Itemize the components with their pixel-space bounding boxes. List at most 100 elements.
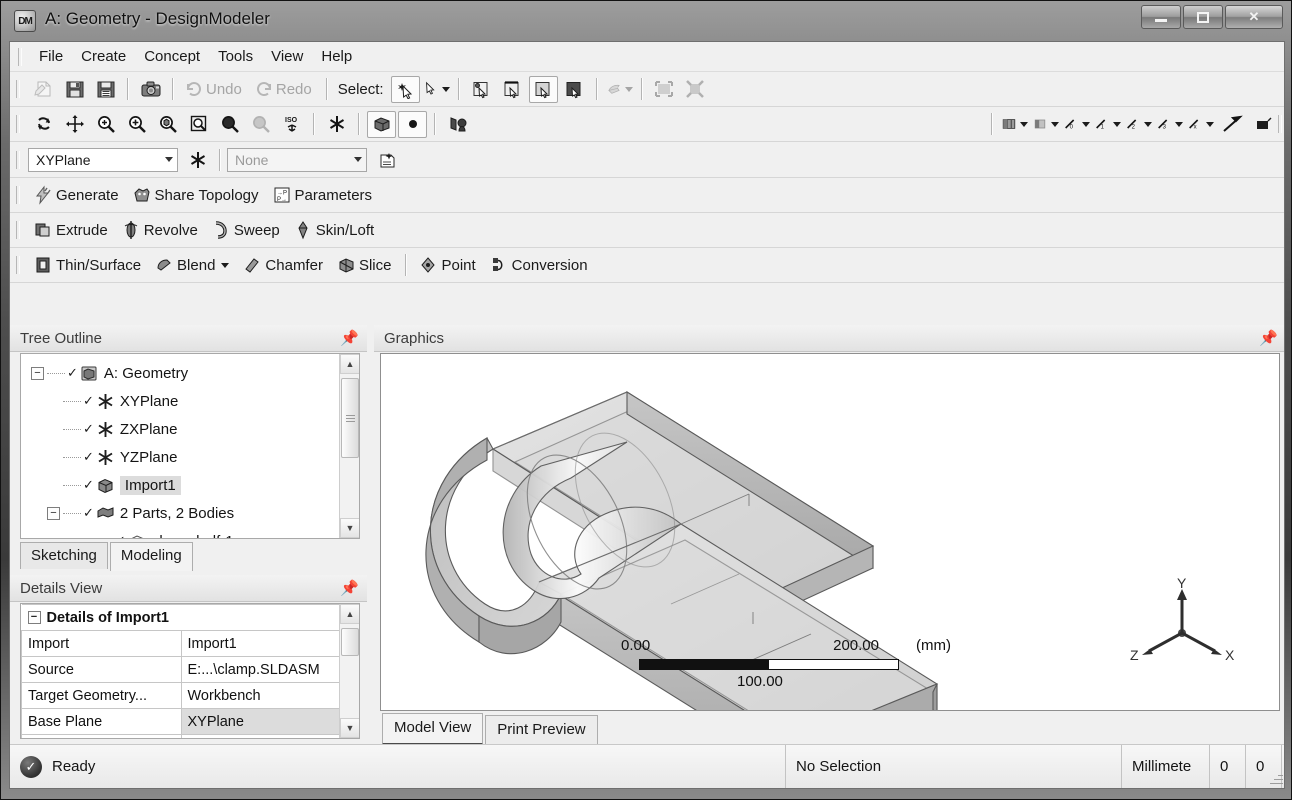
zoom-button[interactable] (91, 111, 120, 138)
toolbar-drag-grip-2[interactable] (16, 115, 20, 133)
select-vertex-button[interactable] (467, 76, 496, 103)
generate-button[interactable]: Generate (28, 182, 127, 208)
slice-button[interactable]: Slice (331, 252, 400, 278)
tab-print-preview[interactable]: Print Preview (485, 715, 598, 745)
extrude-button[interactable]: Extrude (28, 217, 116, 243)
select-mode-button[interactable] (422, 76, 451, 103)
scroll-down-icon[interactable]: ▼ (340, 518, 359, 538)
table-row[interactable]: Import Import1 (21, 630, 341, 657)
toolbar-drag-grip-1[interactable] (16, 80, 20, 98)
single-select-button[interactable] (390, 75, 420, 103)
details-table-box[interactable]: − Details of Import1 Import Import1 Sour… (20, 603, 360, 739)
box-deselect-button[interactable] (681, 76, 710, 103)
scroll-up-icon[interactable]: ▲ (340, 354, 359, 374)
zoom-to-fit-button[interactable] (153, 111, 182, 138)
sketch-selector[interactable]: None (227, 147, 367, 172)
scroll-thumb[interactable] (341, 628, 359, 656)
details-group-row[interactable]: − Details of Import1 (21, 604, 341, 631)
ruler-button[interactable] (1217, 111, 1246, 138)
scroll-down-icon[interactable]: ▼ (340, 718, 359, 738)
pane-splitter[interactable] (367, 325, 374, 744)
display-solid-button[interactable] (367, 110, 396, 138)
tree-node-zxplane[interactable]: ✓ ZXPlane (21, 415, 339, 443)
iso-view-button[interactable]: ISO (277, 111, 306, 138)
magnifier-button[interactable] (215, 111, 244, 138)
sketch2-button[interactable]: 2 (1124, 111, 1153, 138)
revolve-button[interactable]: Revolve (116, 217, 206, 243)
details-value[interactable]: XYPlane (180, 708, 341, 735)
toolbar-drag-grip-5[interactable] (16, 221, 20, 239)
sketch0-button[interactable]: 0 (1062, 111, 1091, 138)
redo-button[interactable]: Redo (250, 77, 320, 101)
details-value[interactable]: Import1 (180, 630, 341, 657)
toolbar-drag-grip-6[interactable] (16, 256, 20, 274)
pin-icon-tree[interactable]: 📌 (340, 329, 359, 347)
undo-button[interactable]: Undo (180, 77, 250, 101)
tree-node-xyplane[interactable]: ✓ XYPlane (21, 387, 339, 415)
resize-grip-icon[interactable] (1269, 771, 1283, 785)
parameters-button[interactable]: →P P→ Parameters (267, 182, 381, 208)
graphics-viewport[interactable]: 0.00 200.00 (mm) 100.00 Y X Z (380, 353, 1280, 711)
rotate-button[interactable] (29, 111, 58, 138)
tab-sketching[interactable]: Sketching (20, 542, 108, 569)
pin-icon-graphics[interactable]: 📌 (1259, 329, 1278, 347)
select-edge-button[interactable] (498, 76, 527, 103)
tab-model-view[interactable]: Model View (382, 713, 484, 745)
menu-item-view[interactable]: View (262, 45, 312, 68)
title-bar[interactable]: DM A: Geometry - DesignModeler ✕ (1, 1, 1292, 41)
maximize-button[interactable] (1183, 5, 1223, 29)
menu-drag-grip[interactable] (18, 47, 22, 66)
details-value[interactable]: E:...\clamp.SLDASM (180, 656, 341, 683)
sketchx-button[interactable]: x (1186, 111, 1215, 138)
tree-node-import1[interactable]: ✓ Import1 (21, 471, 339, 499)
skin-loft-button[interactable]: Skin/Loft (288, 217, 382, 243)
new-sketch-button[interactable] (373, 146, 402, 173)
tree-vertical-scrollbar[interactable]: ▲ ▼ (339, 354, 359, 538)
status-units-cell[interactable]: Millimete (1122, 745, 1210, 788)
save-as-button[interactable] (91, 76, 120, 103)
display-point-button[interactable] (398, 110, 427, 138)
tree-outline-box[interactable]: − ✓ A: Geometry ✓ XYPlane ✓ ZXPlane ✓ YZ… (20, 353, 360, 539)
new-button[interactable] (29, 76, 58, 103)
table-row[interactable]: Operation Add Frozen (21, 734, 341, 738)
cursor-box-button[interactable] (1248, 111, 1277, 138)
pin-icon-details[interactable]: 📌 (340, 579, 359, 597)
display-plane-grid-button[interactable] (1031, 111, 1060, 138)
tab-modeling[interactable]: Modeling (109, 542, 193, 571)
scroll-thumb[interactable] (341, 378, 359, 458)
pan-button[interactable] (60, 111, 89, 138)
sketch3-button[interactable]: 3 (1155, 111, 1184, 138)
tree-node-parts-bodies[interactable]: − ✓ 2 Parts, 2 Bodies (21, 499, 339, 527)
zoom-in-button[interactable] (122, 111, 151, 138)
plane-selector[interactable]: XYPlane (28, 147, 178, 172)
select-face-button[interactable] (528, 75, 558, 103)
expander-minus-icon[interactable]: − (47, 506, 60, 520)
thin-surface-button[interactable]: Thin/Surface (28, 252, 149, 278)
details-value[interactable]: Workbench (180, 682, 341, 709)
table-row[interactable]: Source E:...\clamp.SLDASM (21, 656, 341, 683)
tree-node-yzplane[interactable]: ✓ YZPlane (21, 443, 339, 471)
toolbar-drag-grip-4[interactable] (16, 186, 20, 204)
table-row[interactable]: Target Geometry... Workbench (21, 682, 341, 709)
menu-item-tools[interactable]: Tools (209, 45, 262, 68)
blend-button[interactable]: Blend (149, 252, 237, 278)
minimize-button[interactable] (1141, 5, 1181, 29)
chamfer-button[interactable]: Chamfer (237, 252, 331, 278)
save-button[interactable] (60, 76, 89, 103)
point-button[interactable]: Point (413, 252, 483, 278)
menu-item-help[interactable]: Help (312, 45, 361, 68)
expander-minus-icon[interactable]: − (27, 611, 41, 624)
sketch1-button[interactable]: 1 (1093, 111, 1122, 138)
expander-minus-icon[interactable]: − (31, 366, 44, 380)
menu-item-create[interactable]: Create (72, 45, 135, 68)
menu-item-file[interactable]: File (30, 45, 72, 68)
axis-triad[interactable]: Y X Z (1127, 575, 1237, 680)
box-zoom-button[interactable] (184, 111, 213, 138)
look-at-button[interactable] (322, 111, 351, 138)
box-select-button[interactable] (650, 76, 679, 103)
display-plane-button[interactable] (443, 111, 472, 138)
select-body-button[interactable] (560, 76, 589, 103)
details-value[interactable]: Add Frozen (180, 734, 341, 738)
extend-selection-button[interactable] (605, 76, 634, 103)
image-capture-button[interactable] (136, 76, 165, 103)
